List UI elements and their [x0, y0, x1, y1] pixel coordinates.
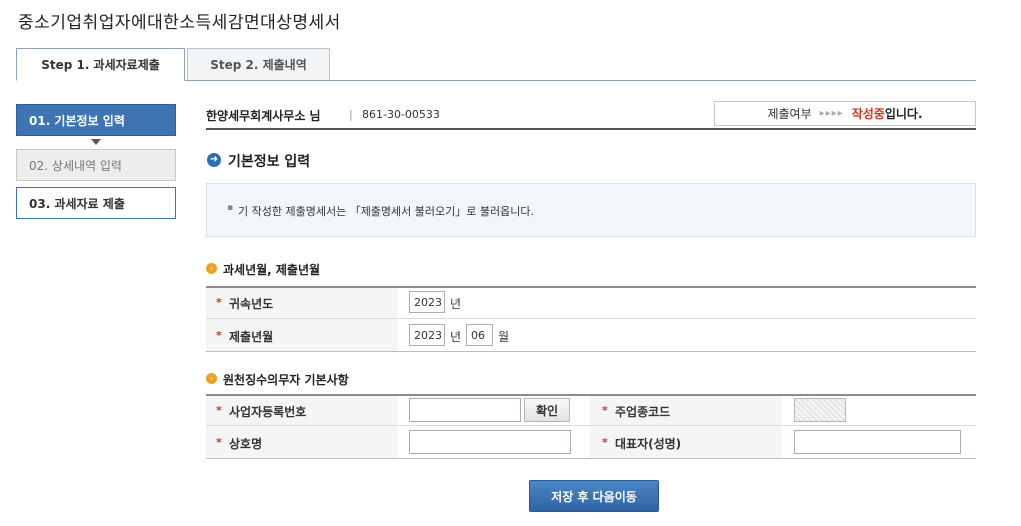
- attribution-year-label: 귀속년도: [229, 297, 274, 311]
- info-text: 기 작성한 제출명세서는 「제출명세서 불러오기」로 불러옵니다.: [238, 205, 534, 218]
- submit-month-label: 제출년월: [229, 330, 274, 344]
- tab-step2[interactable]: Step 2. 제출내역: [187, 48, 330, 80]
- required-mark: *: [216, 436, 222, 449]
- bullet-icon: ▪: [227, 203, 234, 213]
- year-unit: 년: [450, 297, 462, 311]
- month-unit: 월: [498, 330, 510, 344]
- submit-month-select[interactable]: 06: [466, 324, 493, 346]
- arrow-right-circle-icon: ➜: [207, 153, 221, 167]
- separator: |: [349, 108, 353, 121]
- table-bottom-border: [206, 351, 976, 352]
- representative-label: 대표자(성명): [615, 437, 682, 451]
- required-mark: *: [602, 436, 608, 449]
- office-name: 한양세무회계사무소 님: [206, 109, 321, 123]
- submission-status-box: 제출여부 ▸▸▸▸ 작성중입니다.: [714, 101, 976, 126]
- section-title: 기본정보 입력: [228, 154, 311, 170]
- year-unit: 년: [450, 330, 462, 344]
- table-bottom-border: [206, 458, 976, 459]
- sidebar-item-label: 01. 기본정보 입력: [29, 113, 125, 128]
- bullet-circle-icon: ›: [206, 263, 217, 274]
- status-value: 작성중: [851, 107, 885, 121]
- sidebar-item-label: 02. 상세내역 입력: [29, 158, 122, 173]
- save-next-button[interactable]: 저장 후 다음이동: [529, 480, 659, 512]
- attribution-year-select[interactable]: 2023: [409, 291, 445, 313]
- business-number: 861-30-00533: [362, 108, 440, 121]
- required-mark: *: [602, 404, 608, 417]
- withholder-section-title: 원천징수의무자 기본사항: [223, 373, 349, 387]
- sidebar-item-details[interactable]: 02. 상세내역 입력: [16, 149, 176, 181]
- business-reg-input[interactable]: [409, 398, 521, 422]
- tab-step1[interactable]: Step 1. 과세자료제출: [16, 48, 185, 81]
- industry-code-label: 주업종코드: [615, 405, 671, 419]
- period-section-title: 과세년월, 제출년월: [223, 263, 321, 277]
- company-name-label: 상호명: [229, 437, 263, 451]
- page-title: 중소기업취업자에대한소득세감면대상명세서: [18, 13, 341, 33]
- status-suffix: 입니다.: [884, 107, 923, 121]
- company-name-input[interactable]: [409, 430, 571, 454]
- required-mark: *: [216, 329, 222, 342]
- status-label: 제출여부: [767, 107, 812, 121]
- industry-code-field: [794, 398, 846, 422]
- arrow-down-icon: [91, 139, 101, 145]
- business-reg-label: 사업자등록번호: [229, 405, 307, 419]
- required-mark: *: [216, 296, 222, 309]
- bullet-circle-icon: ›: [206, 373, 217, 384]
- representative-input[interactable]: [794, 430, 961, 454]
- sidebar-item-submit[interactable]: 03. 과세자료 제출: [16, 187, 176, 219]
- submit-year-select[interactable]: 2023: [409, 324, 445, 346]
- confirm-button[interactable]: 확인: [524, 398, 570, 422]
- arrows-icon: ▸▸▸▸: [819, 108, 844, 119]
- sidebar-item-basic-info[interactable]: 01. 기본정보 입력: [16, 104, 176, 136]
- required-mark: *: [216, 404, 222, 417]
- sidebar-item-label: 03. 과세자료 제출: [29, 196, 125, 211]
